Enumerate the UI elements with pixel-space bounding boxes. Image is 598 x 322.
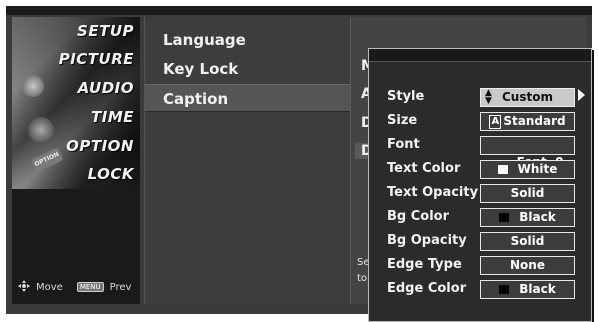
- menu-item-picture[interactable]: PICTURE: [59, 50, 134, 68]
- menu-item-option[interactable]: OPTION: [66, 137, 134, 155]
- font-value-box[interactable]: Font 0: [480, 136, 575, 169]
- text-opacity-value: Solid: [510, 186, 545, 200]
- style-label: Style: [387, 89, 425, 104]
- bg-color-label: Bg Color: [387, 209, 450, 224]
- speaker-icon: [22, 75, 44, 97]
- size-letter-icon: A: [489, 114, 502, 129]
- edge-color-value: Black: [519, 282, 556, 296]
- menu-key-icon: MENU: [76, 282, 104, 292]
- style-value: Custom: [502, 90, 553, 104]
- submenu-item-key-lock[interactable]: Key Lock: [145, 55, 350, 83]
- right-arrow-icon[interactable]: [578, 89, 585, 101]
- edge-color-value-box[interactable]: Black: [480, 280, 575, 299]
- edge-type-value-box[interactable]: None: [480, 256, 575, 275]
- main-menu: OPTION SETUP PICTURE AUDIO TIME OPTION L…: [12, 17, 140, 304]
- row-style: Style ▲ ▼ Custom: [369, 87, 591, 111]
- row-edge-type: Edge Type None: [369, 255, 591, 279]
- menu-item-time[interactable]: TIME: [91, 108, 134, 126]
- top-bar: [6, 6, 592, 15]
- row-font: Font Font 0: [369, 135, 591, 169]
- size-label: Size: [387, 113, 418, 128]
- row-text-color: Text Color White: [369, 159, 591, 183]
- white-swatch-icon: [497, 165, 508, 174]
- row-size: Size A Standard: [369, 111, 591, 135]
- move-label: Move: [36, 281, 63, 293]
- move-arrows-icon: [18, 279, 30, 295]
- row-bg-color: Bg Color Black: [369, 207, 591, 231]
- text-color-value: White: [517, 162, 558, 176]
- popup-title-bar: [369, 49, 591, 62]
- panel-help-text-2: to: [357, 273, 368, 284]
- menu-background-image: OPTION: [12, 17, 140, 189]
- text-color-value-box[interactable]: White: [480, 160, 575, 179]
- bg-opacity-label: Bg Opacity: [387, 233, 467, 248]
- edge-type-value: None: [510, 258, 545, 272]
- row-bg-opacity: Bg Opacity Solid: [369, 231, 591, 255]
- clock-icon: [28, 117, 54, 143]
- menu-item-lock[interactable]: LOCK: [88, 165, 134, 183]
- submenu-item-caption[interactable]: Caption: [145, 84, 350, 112]
- style-selector[interactable]: ▲ ▼ Custom: [480, 88, 575, 107]
- option-tag-icon: OPTION: [30, 147, 64, 173]
- size-value: Standard: [503, 114, 566, 128]
- caption-style-popup: Style ▲▼ Custom Size AStandard Font Font…: [368, 48, 592, 322]
- menu-item-setup[interactable]: SETUP: [77, 22, 134, 40]
- text-opacity-value-box[interactable]: Solid: [480, 184, 575, 203]
- black-swatch-icon: [499, 213, 510, 222]
- edge-color-label: Edge Color: [387, 281, 467, 296]
- edge-type-label: Edge Type: [387, 257, 462, 272]
- bg-opacity-value-box[interactable]: Solid: [480, 232, 575, 251]
- menu-item-audio[interactable]: AUDIO: [78, 79, 134, 97]
- text-color-label: Text Color: [387, 161, 461, 176]
- prev-label: Prev: [109, 281, 132, 293]
- bg-color-value-box[interactable]: Black: [480, 208, 575, 227]
- bg-opacity-value: Solid: [510, 234, 545, 248]
- submenu: Language Key Lock Caption: [144, 17, 350, 304]
- bg-color-value: Black: [519, 210, 556, 224]
- menu-footer: Move MENU Prev: [12, 270, 140, 304]
- text-opacity-label: Text Opacity: [387, 185, 479, 200]
- submenu-item-language[interactable]: Language: [145, 26, 350, 54]
- font-label: Font: [387, 137, 420, 152]
- row-text-opacity: Text Opacity Solid: [369, 183, 591, 207]
- size-value-box[interactable]: A Standard: [480, 112, 575, 131]
- row-edge-color: Edge Color Black: [369, 279, 591, 303]
- black-swatch-icon: [499, 285, 510, 294]
- up-down-arrows-icon: ▲ ▼: [485, 88, 492, 106]
